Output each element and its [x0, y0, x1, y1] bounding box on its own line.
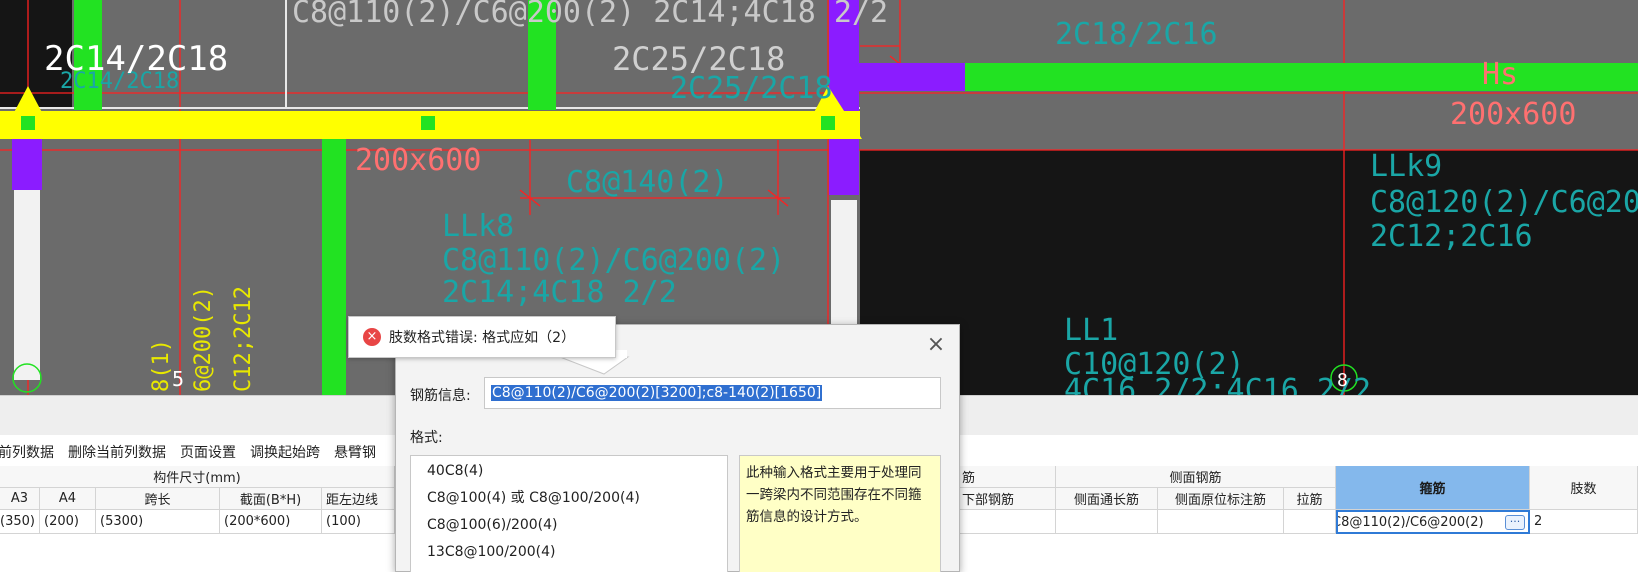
label-llk9-bars: 2C12;2C16: [1370, 219, 1533, 254]
cell-bottom-rebar[interactable]: [960, 510, 1056, 534]
group-header-side-rebar: 侧面钢筋: [1056, 466, 1336, 488]
axis-label-5: 5: [172, 367, 184, 391]
group-header-dimensions: 构件尺寸(mm): [0, 466, 395, 488]
cell-a4[interactable]: (200): [40, 510, 96, 534]
label-section-right: 200x600: [1450, 97, 1576, 132]
label-top-left: 2C14/2C18: [44, 39, 228, 79]
toolbar-copy-column[interactable]: 前列数据: [0, 442, 54, 462]
beam-grip-mid[interactable]: [421, 116, 435, 130]
label-vertical-3: C12;2C12: [231, 286, 256, 392]
header-section[interactable]: 截面(B*H): [220, 488, 322, 510]
header-bottom-rebar[interactable]: 下部钢筋: [960, 488, 1056, 510]
header-offset[interactable]: 距左边线: [322, 488, 395, 510]
header-a3[interactable]: A3: [0, 488, 40, 510]
format-list-item[interactable]: 13C8@100/200(4): [411, 539, 727, 566]
format-list-item[interactable]: C8@100(4) 或 C8@100/200(4): [411, 485, 727, 512]
label-llk8-name: LLk8: [442, 209, 514, 244]
label-vertical-2: 6@200(2): [191, 286, 216, 392]
header-a4[interactable]: A4: [40, 488, 96, 510]
header-side-original[interactable]: 侧面原位标注筋: [1158, 488, 1284, 510]
cell-a3[interactable]: (350): [0, 510, 40, 534]
label-stirrup-mid: C8@140(2): [566, 165, 729, 200]
rebar-info-input[interactable]: C8@110(2)/C6@200(2)[3200];c8-140(2)[1650…: [484, 377, 941, 409]
error-tooltip-message: 肢数格式错误: 格式应如（2）: [389, 330, 576, 346]
format-list-item[interactable]: 40C8(4): [411, 458, 727, 485]
header-side-through[interactable]: 侧面通长筋: [1056, 488, 1158, 510]
toolbar-page-setup[interactable]: 页面设置: [180, 442, 236, 462]
beam-grip-left[interactable]: [21, 116, 35, 130]
format-list-item[interactable]: C8@100(6)/200(4): [411, 512, 727, 539]
cell-stirrup-text: C8@110(2)/C6@200(2): [1336, 514, 1484, 530]
toolbar-delete-column[interactable]: 删除当前列数据: [68, 442, 166, 462]
stirrup-edit-ellipsis-button[interactable]: ···: [1505, 515, 1525, 530]
rebar-info-label: 钢筋信息:: [410, 388, 471, 404]
toolbar-cantilever[interactable]: 悬臂钢: [334, 442, 376, 462]
label-llk8-stirrup: C8@110(2)/C6@200(2): [442, 243, 785, 278]
header-stirrup[interactable]: 箍筋: [1336, 466, 1530, 510]
label-vertical-1: 8(1): [149, 339, 174, 392]
cell-side-original[interactable]: [1158, 510, 1284, 534]
label-ll1-bars: 4C16 2/2;4C16 2/2: [1064, 373, 1371, 395]
panel-toolbar: 前列数据 删除当前列数据 页面设置 调换起始跨 悬臂钢: [0, 439, 390, 465]
format-help-text: 此种输入格式主要用于处理同一跨梁内不同范围存在不同箍筋信息的设计方式。: [739, 455, 941, 572]
group-header-bottom-rebar: 筋: [960, 466, 1056, 488]
format-label: 格式:: [410, 430, 443, 446]
cell-side-through[interactable]: [1056, 510, 1158, 534]
cell-tie[interactable]: [1284, 510, 1336, 534]
label-llk9-name: LLk9: [1370, 149, 1442, 184]
label-section-left: 200x600: [355, 143, 481, 178]
label-llk9-stirrup: C8@120(2)/C6@200(2): [1370, 185, 1638, 220]
header-span[interactable]: 跨长: [96, 488, 220, 510]
cell-span[interactable]: (5300): [96, 510, 220, 534]
format-list[interactable]: 40C8(4) C8@100(4) 或 C8@100/200(4) C8@100…: [410, 455, 728, 572]
error-icon: ×: [363, 328, 381, 346]
label-top-center: C8@110(2)/C6@200(2) 2C14;4C18 2/2: [292, 0, 888, 30]
label-llk8-bars: 2C14;4C18 2/2: [442, 275, 677, 310]
stirrup-input-dialog: × 钢筋信息: C8@110(2)/C6@200(2)[3200];c8-140…: [395, 324, 960, 572]
cell-stirrup-editing[interactable]: C8@110(2)/C6@200(2) ···: [1336, 510, 1530, 534]
label-right-hs: Hs: [1482, 57, 1518, 92]
header-legs[interactable]: 肢数: [1530, 466, 1638, 510]
label-top-center-2: 2C25/2C18: [612, 40, 785, 78]
cell-legs[interactable]: 2: [1530, 510, 1638, 534]
cell-offset[interactable]: (100): [322, 510, 395, 534]
axis-label-8: 8: [1337, 370, 1348, 391]
label-ll1-name: LL1: [1064, 313, 1118, 348]
error-tooltip: × 肢数格式错误: 格式应如（2）: [348, 316, 616, 358]
header-tie[interactable]: 拉筋: [1284, 488, 1336, 510]
rebar-info-input-selected-text: C8@110(2)/C6@200(2)[3200];c8-140(2)[1650…: [491, 385, 823, 401]
beam-grip-right[interactable]: [821, 116, 835, 130]
dialog-close-button[interactable]: ×: [925, 334, 947, 357]
toolbar-swap-start-span[interactable]: 调换起始跨: [250, 442, 320, 462]
label-top-right: 2C18/2C16: [1055, 17, 1218, 52]
cell-section[interactable]: (200*600): [220, 510, 322, 534]
